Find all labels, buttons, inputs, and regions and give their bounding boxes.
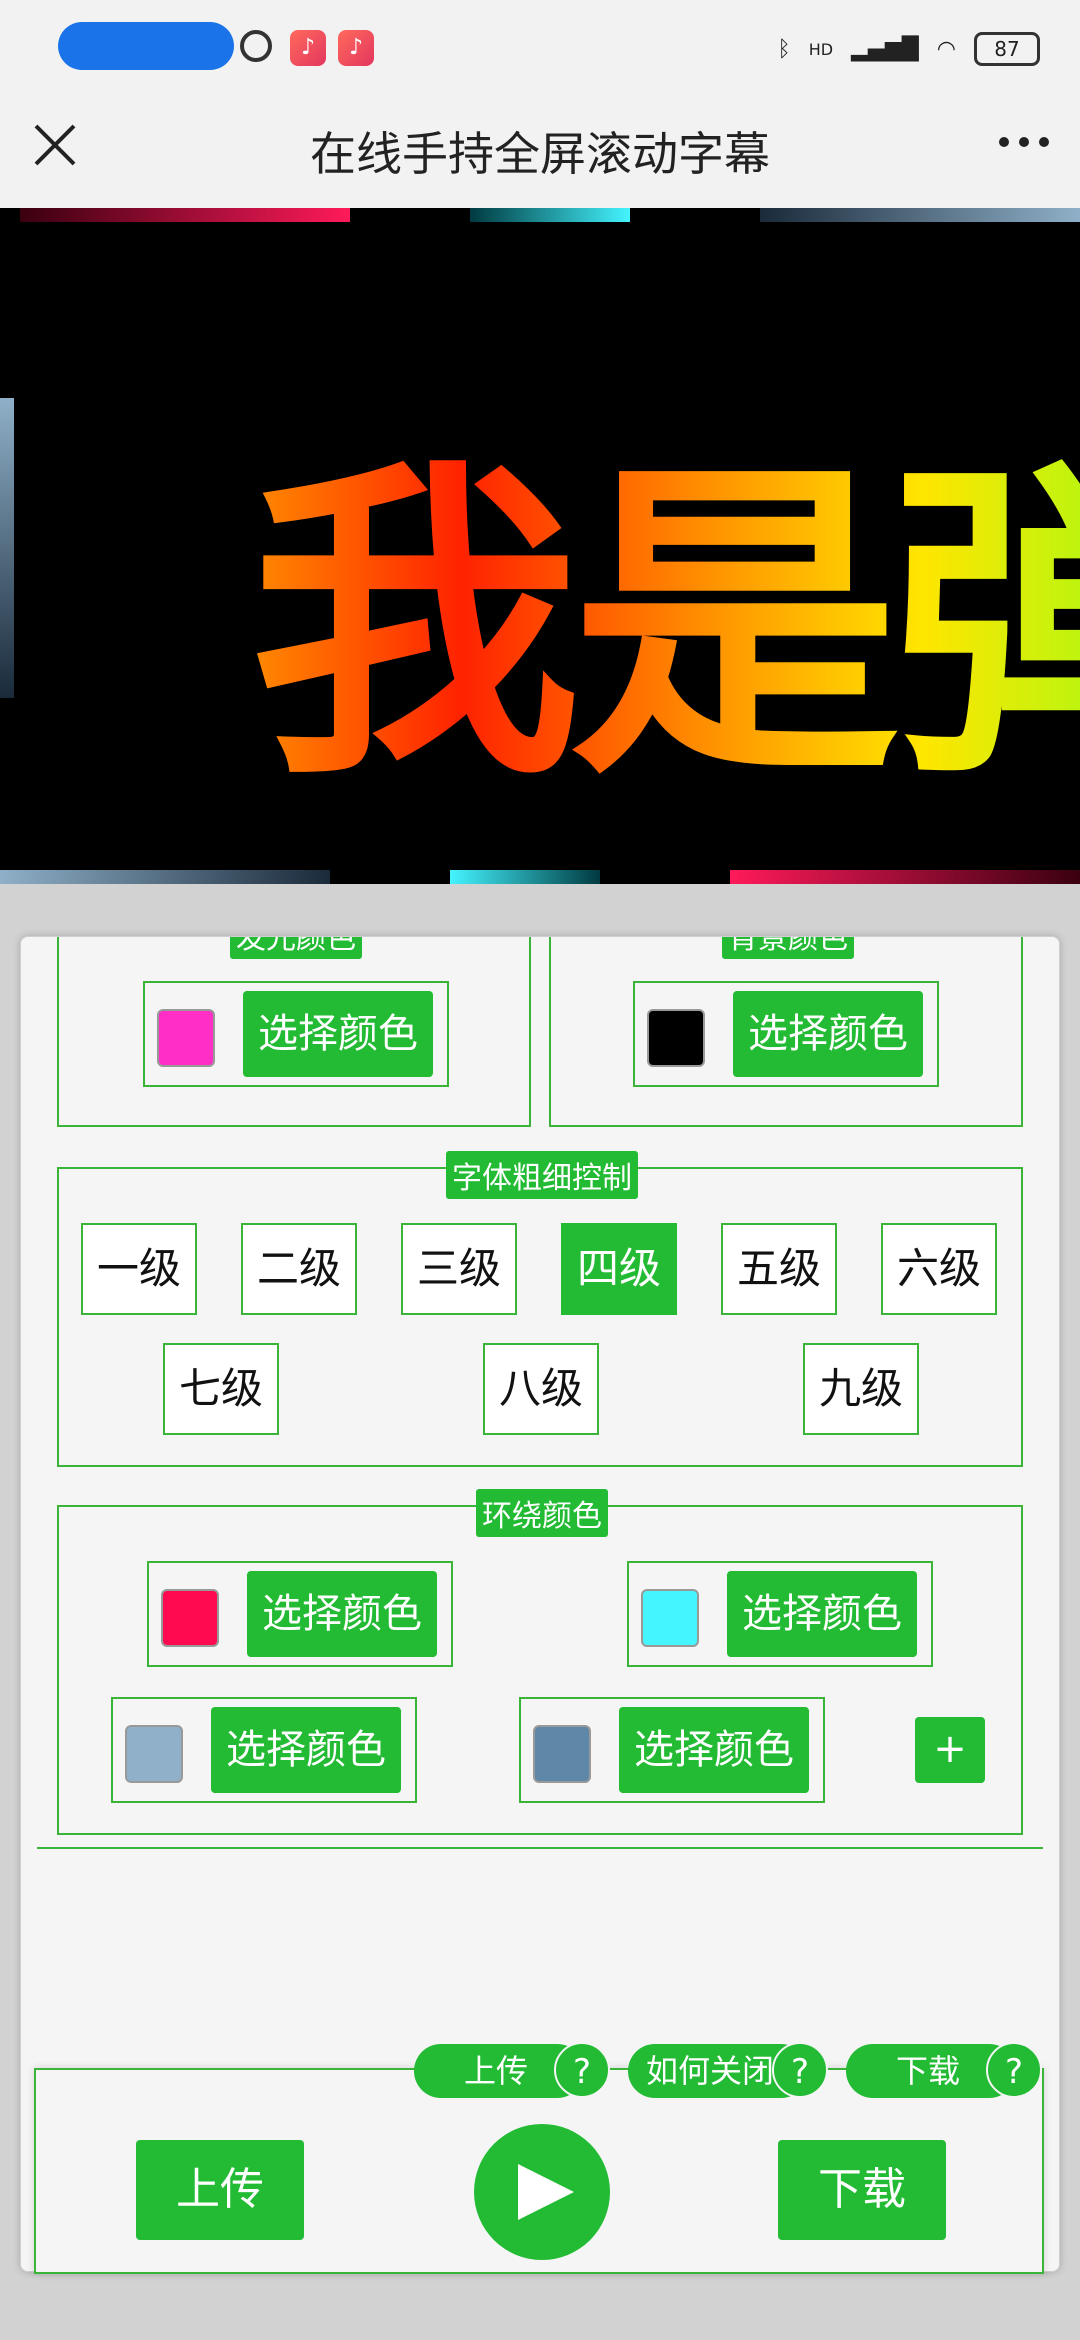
surround-color-picker-4: 选择颜色 <box>519 1697 825 1803</box>
background-color-legend: 背景颜色 <box>722 937 854 959</box>
play-button[interactable] <box>474 2124 610 2260</box>
preview-edge-top-3 <box>760 208 1080 222</box>
glow-color-picker: 选择颜色 <box>143 981 449 1087</box>
surround-color-swatch-4[interactable] <box>533 1725 591 1783</box>
tiktok-app-icon-2: ♪ <box>338 30 374 66</box>
network-label: HD <box>808 39 834 59</box>
status-bar: ♪ ♪ ᛒ HD ▂▄▆█ ◠ 87 <box>0 0 1080 100</box>
surround-color-picker-3: 选择颜色 <box>111 1697 417 1803</box>
font-weight-level-8[interactable]: 八级 <box>483 1343 599 1435</box>
alarm-icon <box>240 30 272 62</box>
bluetooth-icon: ᛒ <box>777 36 791 62</box>
battery-level: 87 <box>994 37 1020 61</box>
upload-help-icon[interactable]: ? <box>554 2042 610 2098</box>
font-weight-legend: 字体粗细控制 <box>446 1151 638 1199</box>
glow-color-group: 发光颜色 选择颜色 <box>57 937 531 1127</box>
upload-button[interactable]: 上传 <box>136 2140 304 2240</box>
surround-color-group: 环绕颜色 选择颜色 选择颜色 选择颜色 选择颜色 + <box>57 1489 1023 1835</box>
panel-divider <box>37 1847 1043 1849</box>
close-help-label: 如何关闭 <box>646 2052 775 2090</box>
surround-color-button-2[interactable]: 选择颜色 <box>727 1571 917 1657</box>
font-weight-level-3[interactable]: 三级 <box>401 1223 517 1315</box>
title-bar: 在线手持全屏滚动字幕 <box>0 100 1080 208</box>
download-help-icon[interactable]: ? <box>986 2042 1042 2098</box>
download-button[interactable]: 下载 <box>778 2140 946 2240</box>
font-weight-level-7[interactable]: 七级 <box>163 1343 279 1435</box>
preview-text: 我是弹 <box>250 358 1080 836</box>
surround-color-swatch-1[interactable] <box>161 1589 219 1647</box>
font-weight-level-4[interactable]: 四级 <box>561 1223 677 1315</box>
upload-help-label: 上传 <box>464 2052 529 2090</box>
tiktok-app-icon: ♪ <box>290 30 326 66</box>
close-help-icon[interactable]: ? <box>772 2042 828 2098</box>
download-help-label: 下载 <box>896 2052 961 2090</box>
font-weight-level-1[interactable]: 一级 <box>81 1223 197 1315</box>
preview-edge-top-2 <box>470 208 630 222</box>
play-icon <box>518 2164 574 2220</box>
font-weight-level-5[interactable]: 五级 <box>721 1223 837 1315</box>
preview-edge-bottom-1 <box>0 870 330 884</box>
page-title: 在线手持全屏滚动字幕 <box>310 127 770 181</box>
more-icon[interactable] <box>994 122 1054 162</box>
add-surround-color-button[interactable]: + <box>915 1717 985 1783</box>
preview-edge-left <box>0 398 14 698</box>
surround-color-swatch-2[interactable] <box>641 1589 699 1647</box>
glow-color-swatch[interactable] <box>157 1009 215 1067</box>
surround-color-legend: 环绕颜色 <box>476 1489 608 1537</box>
background-color-group: 背景颜色 选择颜色 <box>549 937 1023 1127</box>
surround-color-swatch-3[interactable] <box>125 1725 183 1783</box>
preview-edge-bottom-2 <box>450 870 600 884</box>
font-weight-level-9[interactable]: 九级 <box>803 1343 919 1435</box>
preview-edge-bottom-3 <box>730 870 1080 884</box>
font-weight-level-2[interactable]: 二级 <box>241 1223 357 1315</box>
glow-color-legend: 发光颜色 <box>230 937 362 959</box>
redacted-carrier-blob <box>58 22 234 70</box>
surround-color-button-4[interactable]: 选择颜色 <box>619 1707 809 1793</box>
surround-color-picker-2: 选择颜色 <box>627 1561 933 1667</box>
bottom-control-bar: 上传 下载 <box>34 2068 1044 2274</box>
marquee-preview[interactable]: 我是弹 <box>0 208 1080 884</box>
battery-icon: 87 <box>974 32 1040 66</box>
signal-icon: ▂▄▆█ <box>851 36 919 62</box>
glow-color-button[interactable]: 选择颜色 <box>243 991 433 1077</box>
surround-color-button-1[interactable]: 选择颜色 <box>247 1571 437 1657</box>
surround-color-button-3[interactable]: 选择颜色 <box>211 1707 401 1793</box>
preview-edge-top-1 <box>20 208 350 222</box>
wifi-icon: ◠ <box>936 36 956 62</box>
background-color-picker: 选择颜色 <box>633 981 939 1087</box>
surround-color-picker-1: 选择颜色 <box>147 1561 453 1667</box>
font-weight-group: 字体粗细控制 一级 二级 三级 四级 五级 六级 七级 八级 九级 <box>57 1151 1023 1467</box>
font-weight-level-6[interactable]: 六级 <box>881 1223 997 1315</box>
background-color-swatch[interactable] <box>647 1009 705 1067</box>
status-right: ᛒ HD ▂▄▆█ ◠ 87 <box>778 26 1040 72</box>
background-color-button[interactable]: 选择颜色 <box>733 991 923 1077</box>
